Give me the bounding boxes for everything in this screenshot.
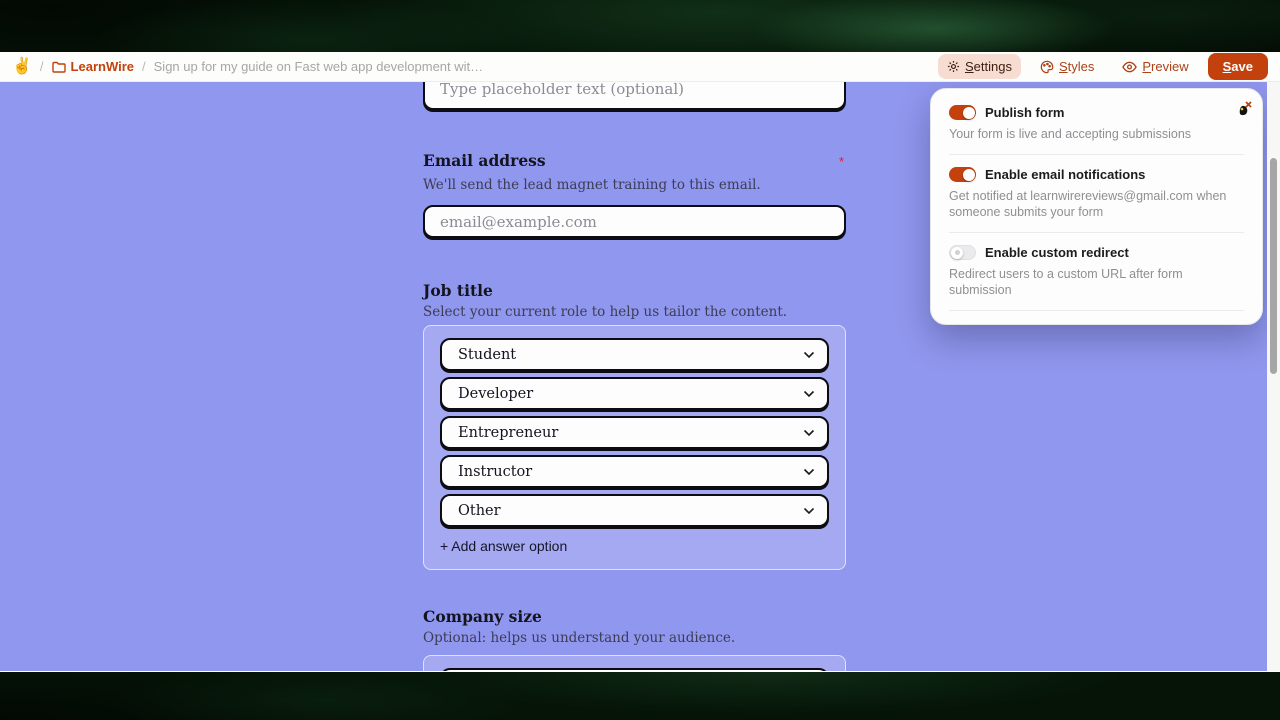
scrollbar-track[interactable] [1267, 82, 1280, 671]
app-viewport: ✌ / LearnWire / Sign up for my guide on … [0, 52, 1280, 672]
chevron-down-icon [803, 390, 815, 398]
folder-icon [52, 61, 66, 73]
option-select-developer[interactable]: Developer [440, 377, 829, 410]
pointer-cursor-icon [1236, 99, 1254, 117]
chevron-down-icon [803, 468, 815, 476]
breadcrumb-form-title: Sign up for my guide on Fast web app dev… [154, 59, 484, 74]
job-title-label: Job title [423, 281, 493, 300]
required-asterisk: * [839, 154, 844, 169]
styles-button[interactable]: Styles [1031, 54, 1103, 79]
option-label: Instructor [458, 464, 803, 480]
palette-icon [1040, 60, 1054, 74]
job-title-help: Select your current role to help us tail… [423, 304, 787, 320]
backdrop-texture-top [0, 0, 1280, 52]
email-field-label: Email address [423, 151, 546, 170]
breadcrumb: ✌ / LearnWire / Sign up for my guide on … [12, 59, 484, 75]
company-size-select[interactable] [440, 668, 829, 671]
option-label: Other [458, 503, 803, 519]
settings-popover: Publish form Your form is live and accep… [930, 88, 1263, 325]
screen: ✌ / LearnWire / Sign up for my guide on … [0, 0, 1280, 720]
settings-button-label: Settings [965, 59, 1012, 74]
toolbar-actions: Settings Styles Previe [938, 53, 1268, 80]
job-title-options-card: Student Developer Entrepreneur Instructo… [423, 325, 846, 570]
option-select-instructor[interactable]: Instructor [440, 455, 829, 488]
save-button-label: Save [1223, 59, 1253, 74]
top-toolbar: ✌ / LearnWire / Sign up for my guide on … [0, 52, 1280, 82]
company-size-help: Optional: helps us understand your audie… [423, 630, 735, 646]
publish-form-label: Publish form [985, 105, 1064, 120]
preview-button[interactable]: Preview [1113, 54, 1197, 79]
email-input[interactable] [423, 205, 846, 238]
placeholder-text-input[interactable] [423, 82, 846, 110]
add-answer-option-button[interactable]: + Add answer option [440, 536, 567, 556]
workspace-name: LearnWire [71, 59, 134, 74]
form-column: Email address * We'll send the lead magn… [423, 82, 846, 671]
save-button[interactable]: Save [1208, 53, 1268, 80]
email-notifications-desc: Get notified at learnwirereviews@gmail.c… [949, 188, 1244, 220]
gear-icon [947, 60, 960, 73]
styles-button-label: Styles [1059, 59, 1094, 74]
option-select-other[interactable]: Other [440, 494, 829, 527]
app-logo-icon[interactable]: ✌ [12, 59, 32, 75]
divider [949, 310, 1244, 311]
email-field-help: We'll send the lead magnet training to t… [423, 177, 761, 193]
publish-form-desc: Your form is live and accepting submissi… [949, 126, 1244, 142]
form-canvas: Email address * We'll send the lead magn… [0, 82, 1280, 671]
custom-redirect-toggle[interactable] [949, 245, 976, 260]
email-notifications-label: Enable email notifications [985, 167, 1145, 182]
custom-redirect-row: Enable custom redirect Redirect users to… [949, 245, 1244, 298]
publish-form-toggle[interactable] [949, 105, 976, 120]
chevron-down-icon [803, 507, 815, 515]
divider [949, 232, 1244, 233]
preview-button-label: Preview [1142, 59, 1188, 74]
email-notifications-toggle[interactable] [949, 167, 976, 182]
option-label: Student [458, 347, 803, 363]
company-size-label: Company size [423, 607, 542, 626]
company-size-card [423, 655, 846, 671]
option-label: Entrepreneur [458, 425, 803, 441]
backdrop-texture-bottom [0, 672, 1280, 720]
option-select-entrepreneur[interactable]: Entrepreneur [440, 416, 829, 449]
chevron-down-icon [803, 429, 815, 437]
option-label: Developer [458, 386, 803, 402]
custom-redirect-desc: Redirect users to a custom URL after for… [949, 266, 1244, 298]
custom-redirect-label: Enable custom redirect [985, 245, 1129, 260]
email-notifications-row: Enable email notifications Get notified … [949, 167, 1244, 220]
scrollbar-thumb[interactable] [1270, 158, 1277, 374]
breadcrumb-separator: / [142, 59, 146, 74]
eye-icon [1122, 61, 1137, 73]
divider [949, 154, 1244, 155]
settings-button[interactable]: Settings [938, 54, 1021, 79]
breadcrumb-separator: / [40, 59, 44, 74]
publish-form-row: Publish form Your form is live and accep… [949, 105, 1244, 142]
option-select-student[interactable]: Student [440, 338, 829, 371]
breadcrumb-workspace[interactable]: LearnWire [52, 59, 134, 74]
chevron-down-icon [803, 351, 815, 359]
